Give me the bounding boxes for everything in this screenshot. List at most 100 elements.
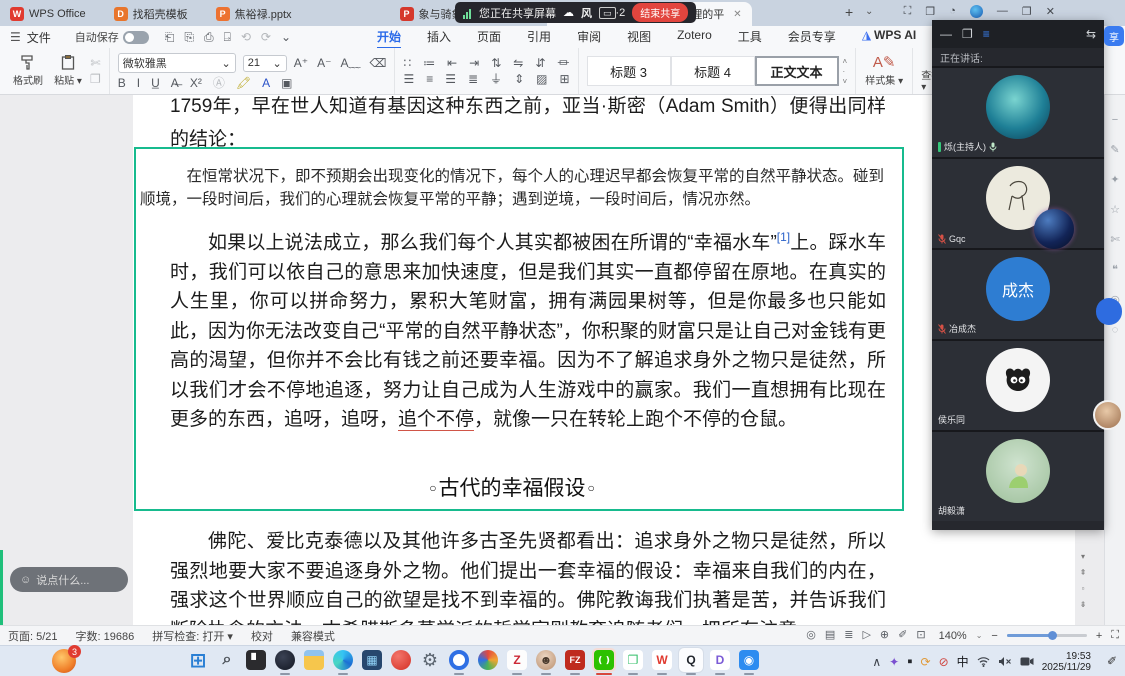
cast-icon[interactable]: ⛶ xyxy=(904,5,912,18)
taskbar-clock[interactable]: 19:53 2025/11/29 xyxy=(1042,651,1091,673)
restore-button[interactable]: ❐ xyxy=(1022,5,1032,18)
line-spacing-icon[interactable]: ⇕ xyxy=(514,73,524,85)
underline-icon[interactable]: U̲ xyxy=(151,77,160,89)
autosave-toggle[interactable] xyxy=(123,31,149,44)
undo-icon[interactable]: ⟲ xyxy=(241,31,251,43)
tab-wps-home[interactable]: W WPS Office xyxy=(0,2,96,26)
zoom-level[interactable]: 140% xyxy=(939,630,967,642)
tab-tools[interactable]: 工具 xyxy=(738,26,762,49)
clear-format-icon[interactable]: ⌫ xyxy=(369,57,386,69)
justify-icon[interactable]: ≣ xyxy=(468,73,478,85)
participant-tile[interactable]: 成杰 冶成杰 xyxy=(932,248,1104,339)
italic-icon[interactable]: I xyxy=(137,77,140,89)
collapse-icon[interactable]: − xyxy=(1112,115,1118,126)
participant-tile[interactable]: 烁(主持人) xyxy=(932,66,1104,157)
grow-font-icon[interactable]: A⁺ xyxy=(294,57,308,69)
align-right-icon[interactable]: ☰ xyxy=(445,73,456,85)
tab-insert[interactable]: 插入 xyxy=(427,26,451,49)
highlight-color-icon[interactable]: 🖍 xyxy=(236,77,251,89)
read-mode-icon[interactable]: ▷ xyxy=(862,630,870,641)
search-icon[interactable]: ⌕ xyxy=(215,648,239,672)
camera-tray-icon[interactable] xyxy=(1020,657,1034,666)
tab-wps-ai[interactable]: WPS AI xyxy=(862,26,916,49)
asian-layout-icon[interactable]: ⇋ xyxy=(513,57,523,69)
tab-pptx-file[interactable]: P 焦裕禄.pptx xyxy=(206,2,302,26)
save-icon[interactable]: ⎗ xyxy=(165,31,175,43)
styles-more-icon[interactable]: · xyxy=(843,67,848,76)
show-marks-icon[interactable]: ⏛ xyxy=(557,57,569,69)
align-left-icon[interactable]: ☰ xyxy=(403,73,414,85)
filezilla-icon[interactable]: FZ xyxy=(563,648,587,672)
start-icon[interactable]: ⊞ xyxy=(186,648,210,672)
redo-icon[interactable]: ⟳ xyxy=(261,31,271,43)
prev-page-button[interactable]: ⇞ xyxy=(1075,566,1091,580)
border-icon[interactable]: ⊞ xyxy=(559,73,569,85)
shrink-font-icon[interactable]: A⁻ xyxy=(317,57,331,69)
print-icon[interactable]: ⎙ xyxy=(204,31,214,43)
wifi-icon[interactable] xyxy=(977,656,990,667)
tray-sync-icon[interactable]: ⟳ xyxy=(921,656,931,668)
emoji-icon[interactable]: ☺ xyxy=(20,574,31,586)
tray-chevron-up-icon[interactable]: ∧ xyxy=(872,656,881,668)
tab-view[interactable]: 视图 xyxy=(627,26,651,49)
align-center-icon[interactable]: ≡ xyxy=(426,73,433,85)
tab-list-chevron-icon[interactable]: ⌄ xyxy=(865,6,873,17)
page-indicator[interactable]: 页面: 5/21 xyxy=(8,628,58,644)
styles-down-icon[interactable]: ˅ xyxy=(843,77,848,86)
tab-docer-templates[interactable]: D 找稻壳模板 xyxy=(104,2,198,26)
shading-icon[interactable]: ▨ xyxy=(536,73,547,85)
autosave-control[interactable]: 自动保存 xyxy=(75,29,149,45)
font-name-combo[interactable]: 微软雅黑⌄ xyxy=(118,53,236,73)
export-pdf-icon[interactable]: ⎘ xyxy=(184,31,194,43)
dark-circle-app-icon[interactable] xyxy=(273,648,297,672)
avatar-contact-icon[interactable]: ☻ xyxy=(534,648,558,672)
increase-indent-icon[interactable]: ⇥ xyxy=(469,57,479,69)
volume-muted-icon[interactable] xyxy=(998,656,1012,667)
zoom-in-button[interactable]: + xyxy=(1096,630,1102,642)
snip-icon[interactable]: ✄ xyxy=(1110,235,1119,246)
outline-view-icon[interactable]: ≣ xyxy=(844,630,853,641)
comment-icon[interactable]: ❝ xyxy=(1112,265,1118,276)
red-media-app-icon[interactable] xyxy=(389,648,413,672)
green-bubble-app-icon[interactable]: ❐ xyxy=(621,648,645,672)
phonetic-icon[interactable]: Ⓐ xyxy=(213,77,225,89)
proofread-button[interactable]: 校对 xyxy=(251,628,273,644)
page-view-icon[interactable]: ▤ xyxy=(825,630,835,641)
zoom-out-button[interactable]: − xyxy=(991,630,997,642)
notification-pen-icon[interactable]: ✐ xyxy=(1107,654,1117,668)
widget-dark-icon[interactable]: ▘ xyxy=(244,648,268,672)
tab-reference[interactable]: 引用 xyxy=(527,26,551,49)
tab-close-icon[interactable]: ✕ xyxy=(733,9,741,20)
eye-protect-icon[interactable]: ◎ xyxy=(806,630,816,641)
pen-mode-icon[interactable]: ✐ xyxy=(898,630,907,641)
strikethrough-icon[interactable]: A̶ xyxy=(171,77,179,89)
next-page-button[interactable]: ⇟ xyxy=(1075,598,1091,612)
participant-tile[interactable]: 胡毅潇 xyxy=(932,430,1104,521)
zoom-chevron-icon[interactable]: ⌄ xyxy=(976,631,983,640)
zotero-icon[interactable]: Z xyxy=(505,648,529,672)
mic-share-icon[interactable]: ☁ xyxy=(563,6,574,19)
spellcheck-status[interactable]: 拼写检查: 打开 ▾ xyxy=(152,628,233,644)
account-avatar[interactable] xyxy=(970,5,983,18)
participant-tile[interactable]: Gqc xyxy=(932,157,1104,248)
stack-windows-icon[interactable]: ❐ xyxy=(925,5,935,18)
char-shading-icon[interactable]: ▣ xyxy=(281,77,292,89)
style-heading4[interactable]: 标题 4 xyxy=(671,56,755,86)
decrease-indent-icon[interactable]: ⇤ xyxy=(447,57,457,69)
service-headset-icon[interactable]: ◔ xyxy=(949,5,956,17)
colorful-app-icon[interactable] xyxy=(476,648,500,672)
fullscreen-icon[interactable]: ⛶ xyxy=(1111,629,1119,642)
edit-pen-icon[interactable]: ✎ xyxy=(1110,145,1119,156)
superscript-icon[interactable]: X² xyxy=(190,77,202,89)
zoom-slider[interactable] xyxy=(1007,634,1087,637)
tray-dark-app-icon[interactable]: ▪ xyxy=(907,654,912,669)
style-bodytext[interactable]: 正文文本 xyxy=(755,56,839,86)
file-menu[interactable]: 文件 xyxy=(27,29,51,46)
share-indicator-button[interactable]: 享 xyxy=(1104,26,1124,46)
word-count[interactable]: 字数: 19686 xyxy=(76,628,135,644)
style-heading3[interactable]: 标题 3 xyxy=(587,56,671,86)
highlighter-icon[interactable]: ✦ xyxy=(1110,175,1119,186)
text-effect-icon[interactable]: A﹏ xyxy=(340,57,360,69)
tray-blocked-icon[interactable]: ⊘ xyxy=(939,656,949,668)
new-tab-button[interactable]: + xyxy=(845,4,853,20)
